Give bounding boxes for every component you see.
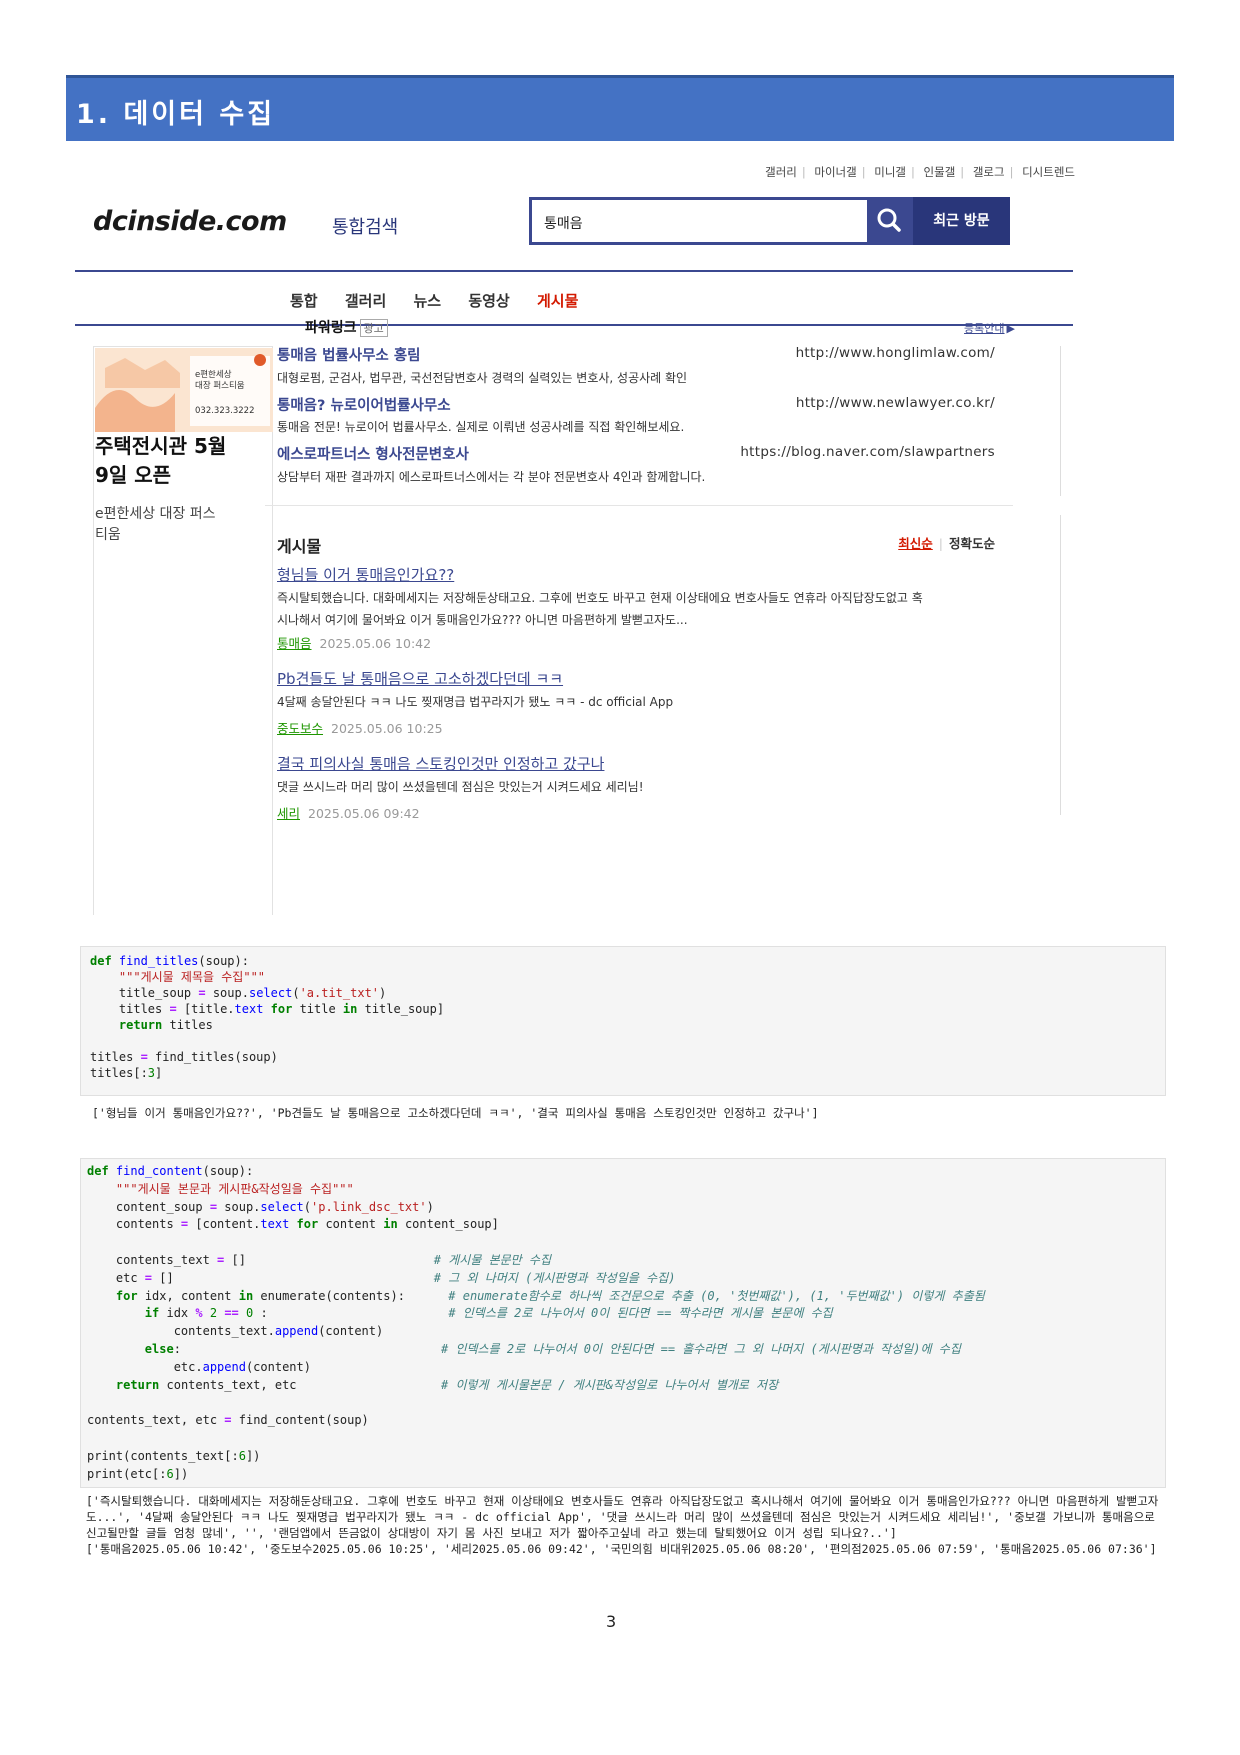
triangle-right-icon: ▶ [1006,322,1015,335]
post-meta: 통매음 2025.05.06 10:42 [277,633,431,652]
powerlink-label: 파워링크 [305,320,357,336]
powerlink-item-desc: 상담부터 재판 결과까지 에스로파트너스에서는 각 분야 전문변호사 4인과 함… [277,470,706,484]
tab-gallery[interactable]: 갤러리 [345,292,386,310]
search-screenshot: 갤러리 | 마이너갤 | 미니갤 | 인물갤 | 갤로그 | 디시트렌드 dcinside… [75,150,1075,915]
powerlink-item-url[interactable]: https://blog.naver.com/slawpartners [740,444,995,460]
register-label: 등록안내 [964,322,1005,335]
powerlink-item-title[interactable]: 통매음? 뉴로이어법률사무소 [277,394,451,415]
post-gallery-link[interactable]: 중도보수 [277,721,323,736]
post-body: 댓글 쓰시느라 머리 많이 쓰셨을텐데 점심은 맛있는거 시켜드세요 세리님! [277,780,644,794]
powerlink-item-url[interactable]: http://www.newlawyer.co.kr/ [796,395,995,411]
search-icon [877,208,901,232]
powerlink-item-desc: 대형로펌, 군검사, 법무관, 국선전담변호사 경력의 실력있는 변호사, 성공… [277,371,688,385]
site-logo[interactable]: dcinside.com [93,206,287,237]
ad-img-phone: 032.323.3222 [195,406,255,416]
top-link[interactable]: 디시트렌드 [1022,165,1075,179]
cell-2-output: ['즉시탈퇴했습니다. 대화메세지는 저장해둔상태고요. 그후에 번호도 바꾸고… [86,1493,1166,1557]
code-block: def find_titles(soup): """게시물 제목을 수집""" … [90,954,445,1080]
ad-title: 주택전시관 5월 9일 오픈 [95,432,226,490]
ad-img-text: e편한세상 [195,370,232,380]
output-line: ['통매음2025.05.06 10:42', '중도보수2025.05.06 … [86,1542,1157,1556]
section-divider [265,505,1013,506]
page-number: 3 [606,1612,617,1631]
powerlink-title: 파워링크 광고 [305,317,388,337]
code-cell-2[interactable]: def find_content(soup): """게시물 본문과 게시판&작… [80,1158,1166,1488]
cell-1-output: ['형님들 이거 통매음인가요??', 'Pb견들도 날 통매음으로 고소하겠다… [92,1106,819,1120]
ad-img-text: 대장 퍼스티움 [195,381,245,391]
ad-desc-line: e편한세상 대장 퍼스 [95,506,216,522]
section-title: 1. 데이터 수집 [76,99,276,130]
post-body: 즉시탈퇴했습니다. 대화메세지는 저장해둔상태고요. 그후에 번호도 바꾸고 현… [277,591,923,627]
header-rule [75,270,1073,272]
tabs-rule [75,324,1073,326]
code-block: def find_content(soup): """게시물 본문과 게시판&작… [87,1164,985,1481]
powerlink-item-desc: 통매음 전문! 뉴로이어 법률사무소. 실제로 이뤄낸 성공사례를 직접 확인해… [277,420,685,434]
ad-banner-image: e편한세상 대장 퍼스티움 032.323.3222 [95,348,273,432]
output-line: ['즉시탈퇴했습니다. 대화메세지는 저장해둔상태고요. 그후에 번호도 바꾸고… [86,1494,1159,1540]
ad-title-line: 주택전시관 5월 [95,434,227,458]
recent-visit-button[interactable]: 최근 방문 [913,197,1010,245]
top-link[interactable]: 갤로그 [973,165,1005,179]
tab-video[interactable]: 동영상 [468,292,509,310]
search-tabs: 통합 갤러리 뉴스 동영상 게시물 [290,290,600,311]
post-gallery-link[interactable]: 통매음 [277,636,312,651]
powerlink-item-url[interactable]: http://www.honglimlaw.com/ [796,345,995,361]
search-input[interactable]: 통매음 [529,197,867,245]
top-links: 갤러리 | 마이너갤 | 미니갤 | 인물갤 | 갤로그 | 디시트렌드 [765,165,1075,179]
section-header: 1. 데이터 수집 [66,75,1174,141]
post-title[interactable]: Pb견들도 날 통매음으로 고소하겠다던데 ㅋㅋ [277,668,563,689]
top-link[interactable]: 미니갤 [874,165,906,179]
sort-accuracy[interactable]: 정확도순 [949,536,995,551]
powerlink-item-title[interactable]: 통매음 법률사무소 홍림 [277,344,421,365]
tab-all[interactable]: 통합 [290,292,318,310]
search-value: 통매음 [544,216,583,232]
code-cell-1[interactable]: def find_titles(soup): """게시물 제목을 수집""" … [80,946,1166,1096]
post-title[interactable]: 결국 피의사실 통매음 스토킹인것만 인정하고 갔구나 [277,753,604,774]
search-button[interactable] [867,197,913,245]
sort-options: 최신순 | 정확도순 [898,536,995,551]
post-meta: 중도보수 2025.05.06 10:25 [277,718,443,737]
ad-badge: 광고 [359,319,388,337]
ad-title-line: 9일 오픈 [95,463,172,487]
post-date: 2025.05.06 10:42 [319,636,432,651]
sort-latest[interactable]: 최신순 [898,536,933,551]
post-meta: 세리 2025.05.06 09:42 [277,803,420,822]
tab-posts[interactable]: 게시물 [537,292,578,310]
powerlink-item-title[interactable]: 에스로파트너스 형사전문변호사 [277,443,469,464]
scroll-edge [1060,346,1061,496]
ad-desc-line: 티움 [95,527,121,543]
post-body: 4달째 송달안된다 ㅋㅋ 나도 찢재명급 법꾸라지가 됐노 ㅋㅋ - dc of… [277,695,674,709]
post-date: 2025.05.06 09:42 [308,806,420,821]
ad-description: e편한세상 대장 퍼스 티움 [95,504,216,546]
register-link[interactable]: 등록안내 ▶ [964,320,1015,336]
logo-subtitle: 통합검색 [332,217,399,238]
top-link[interactable]: 갤러리 [765,165,797,179]
post-gallery-link[interactable]: 세리 [277,806,300,821]
tab-news[interactable]: 뉴스 [413,292,441,310]
posts-heading: 게시물 [277,537,322,556]
post-date: 2025.05.06 10:25 [331,721,443,736]
top-link[interactable]: 마이너갤 [814,165,856,179]
top-link[interactable]: 인물갤 [924,165,956,179]
post-title[interactable]: 형님들 이거 통매음인가요?? [277,564,454,585]
scroll-edge [1060,515,1061,815]
